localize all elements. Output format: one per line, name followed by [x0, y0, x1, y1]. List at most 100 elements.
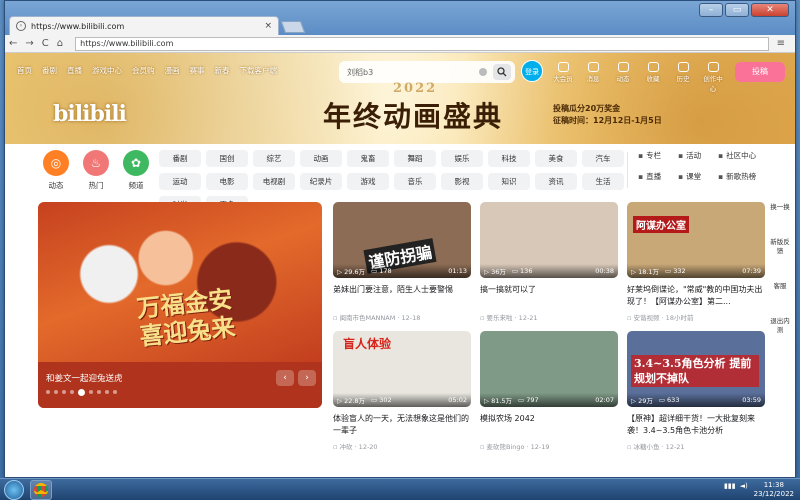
video-thumbnail[interactable]: ▷ 81.5万 ▭ 797 02:07 [480, 331, 618, 407]
channel-grid-item[interactable]: 番剧 [159, 150, 201, 167]
volume-icon[interactable]: ◄) [740, 482, 748, 490]
banner-title[interactable]: 2022 年终动画盛典 [323, 81, 503, 135]
carousel-image[interactable]: 万福金安 喜迎兔来 [38, 202, 322, 362]
video-uploader[interactable]: 要乐来啦 · 12-21 [480, 312, 618, 322]
channel-grid-item[interactable]: 知识 [488, 173, 530, 190]
clear-icon[interactable] [479, 68, 487, 76]
video-card[interactable]: 3.4~3.5角色分析 提前规划不掉队 ▷ 29万 ▭ 633 03:59 【原神】超详… [627, 331, 765, 451]
channel-grid-item[interactable]: 生活 [582, 173, 624, 190]
upload-button[interactable]: 投稿 [735, 62, 785, 82]
user-nav-item[interactable]: 历史 [671, 62, 695, 93]
tab-close-button[interactable]: × [264, 21, 272, 31]
channel-grid-item[interactable]: 运动 [159, 173, 201, 190]
channel-grid-item[interactable]: 科技 [488, 150, 530, 167]
browser-tab[interactable]: ◦ https://www.bilibili.com × [9, 16, 279, 35]
prev-slide-button[interactable]: ‹ [276, 370, 294, 386]
video-uploader[interactable]: 闽南市色MANNAM · 12-18 [333, 312, 471, 322]
minimize-button[interactable]: – [699, 3, 723, 17]
search-input[interactable]: 刘稻b3 [347, 67, 479, 78]
clock[interactable]: 11:38 23/12/2022 [754, 481, 794, 499]
channel-grid-item[interactable]: 电视剧 [253, 173, 295, 190]
new-tab-button[interactable] [280, 21, 306, 33]
carousel-dot[interactable] [97, 390, 101, 394]
video-thumbnail[interactable]: 盲人体验 ▷ 22.8万 ▭ 302 05:02 [333, 331, 471, 407]
channel-grid-item[interactable]: 综艺 [253, 150, 295, 167]
video-card[interactable]: ▷ 36万 ▭ 136 00:38 搞一搞就可以了要乐来啦 · 12-21 [480, 202, 618, 322]
channel-grid-item[interactable]: 娱乐 [441, 150, 483, 167]
bilibili-logo[interactable]: bilibili [53, 101, 127, 127]
channel-grid-item[interactable]: 资讯 [535, 173, 577, 190]
channel-grid-item[interactable]: 舞蹈 [394, 150, 436, 167]
back-button[interactable]: ← [9, 38, 17, 49]
side-link[interactable]: 活动 [678, 150, 718, 161]
channel-grid-item[interactable]: 汽车 [582, 150, 624, 167]
video-title[interactable]: 模拟农场 2042 [480, 413, 618, 437]
video-card[interactable]: 阿谋办公室 ▷ 18.1万 ▭ 332 07:39 好莱坞倒谍论，"常威"教的中国功夫出… [627, 202, 765, 322]
channel-grid-item[interactable]: 动画 [300, 150, 342, 167]
carousel-dot[interactable] [46, 390, 50, 394]
maximize-button[interactable]: ▭ [725, 3, 749, 17]
carousel-dot[interactable] [113, 390, 117, 394]
address-bar[interactable]: https://www.bilibili.com [75, 36, 769, 51]
right-tool-button[interactable]: 新版反馈 [769, 238, 791, 256]
video-title[interactable]: 弟妹出门要注意，陌生人士要警惕 [333, 284, 471, 308]
nav-item[interactable]: 新春 [215, 65, 230, 76]
search-button[interactable] [493, 64, 511, 80]
carousel-dot[interactable] [89, 390, 93, 394]
nav-item[interactable]: 游戏中心 [92, 65, 122, 76]
user-nav-item[interactable]: 动态 [611, 62, 635, 93]
video-title[interactable]: 体验盲人的一天，无法想象这是他们的一辈子 [333, 413, 471, 437]
login-button[interactable]: 登录 [521, 60, 543, 82]
signal-icon[interactable]: ▮▮▮ [724, 482, 736, 490]
side-link[interactable]: 社区中心 [718, 150, 778, 161]
user-nav-item[interactable]: 消息 [581, 62, 605, 93]
video-card[interactable]: 谨防拐骗▷ 29.6万▭ 17801:13 弟妹出门要注意，陌生人士要警惕闽南市色… [333, 202, 471, 322]
right-tool-button[interactable]: 客服 [769, 282, 791, 291]
side-link[interactable]: 专栏 [638, 150, 678, 161]
video-uploader[interactable]: 冲砍 · 12-20 [333, 441, 471, 451]
channel-grid-item[interactable]: 电影 [206, 173, 248, 190]
nav-item[interactable]: 赛事 [190, 65, 205, 76]
start-button[interactable] [4, 480, 24, 500]
reload-button[interactable]: C [42, 38, 49, 49]
user-nav-item[interactable]: 创作中心 [701, 62, 725, 93]
nav-item[interactable]: 会员购 [132, 65, 155, 76]
video-thumbnail[interactable]: 谨防拐骗 ▷ 29.6万 ▭ 178 01:13 [333, 202, 471, 278]
channel-0[interactable]: ◎ 动态 [41, 150, 71, 191]
carousel-dot[interactable] [70, 390, 74, 394]
channel-1[interactable]: ♨ 热门 [81, 150, 111, 191]
menu-icon[interactable]: ≡ [777, 38, 785, 49]
carousel-dot[interactable] [54, 390, 58, 394]
carousel-dot[interactable] [62, 390, 66, 394]
channel-grid-item[interactable]: 鬼畜 [347, 150, 389, 167]
video-title[interactable]: 搞一搞就可以了 [480, 284, 618, 308]
side-link[interactable]: 课堂 [678, 171, 718, 182]
nav-item[interactable]: 直播 [67, 65, 82, 76]
video-thumbnail[interactable]: ▷ 36万 ▭ 136 00:38 [480, 202, 618, 278]
user-nav-item[interactable]: 大会员 [551, 62, 575, 93]
channel-grid-item[interactable]: 影视 [441, 173, 483, 190]
forward-button[interactable]: → [25, 38, 33, 49]
nav-item[interactable]: 首页 [17, 65, 32, 76]
nav-item[interactable]: 漫画 [165, 65, 180, 76]
carousel-dot[interactable] [78, 389, 85, 396]
channel-2[interactable]: ✿ 频道 [121, 150, 151, 191]
video-title[interactable]: 【原神】超详细干货！一大批复刻来袭！3.4~3.5角色卡池分析 [627, 413, 765, 437]
channel-grid-item[interactable]: 音乐 [394, 173, 436, 190]
video-title[interactable]: 好莱坞倒谍论，"常威"教的中国功夫出现了！【阿谋办公室】第二... [627, 284, 765, 308]
right-tool-button[interactable]: 换一换 [769, 203, 791, 212]
side-link[interactable]: 直播 [638, 171, 678, 182]
video-uploader[interactable]: 麦砍熊Bingo · 12-19 [480, 441, 618, 451]
next-slide-button[interactable]: › [298, 370, 316, 386]
nav-item[interactable]: 下载客户端 [240, 65, 278, 76]
chrome-taskbar-button[interactable] [30, 480, 52, 500]
home-button[interactable]: ⌂ [57, 38, 63, 49]
side-link[interactable]: 新歌热榜 [718, 171, 778, 182]
nav-item[interactable]: 番剧 [42, 65, 57, 76]
video-card[interactable]: ▷ 81.5万 ▭ 797 02:07 模拟农场 2042 麦砍熊Bingo · 12-… [480, 331, 618, 451]
video-uploader[interactable]: 冰糖小鱼 · 12-21 [627, 441, 765, 451]
carousel-title[interactable]: 和姜文一起迎兔送虎 [46, 372, 123, 384]
close-button[interactable]: ✕ [751, 3, 789, 17]
carousel[interactable]: 万福金安 喜迎兔来 和姜文一起迎兔送虎 ‹ › [38, 202, 322, 408]
right-tool-button[interactable]: 退出内测 [769, 317, 791, 335]
